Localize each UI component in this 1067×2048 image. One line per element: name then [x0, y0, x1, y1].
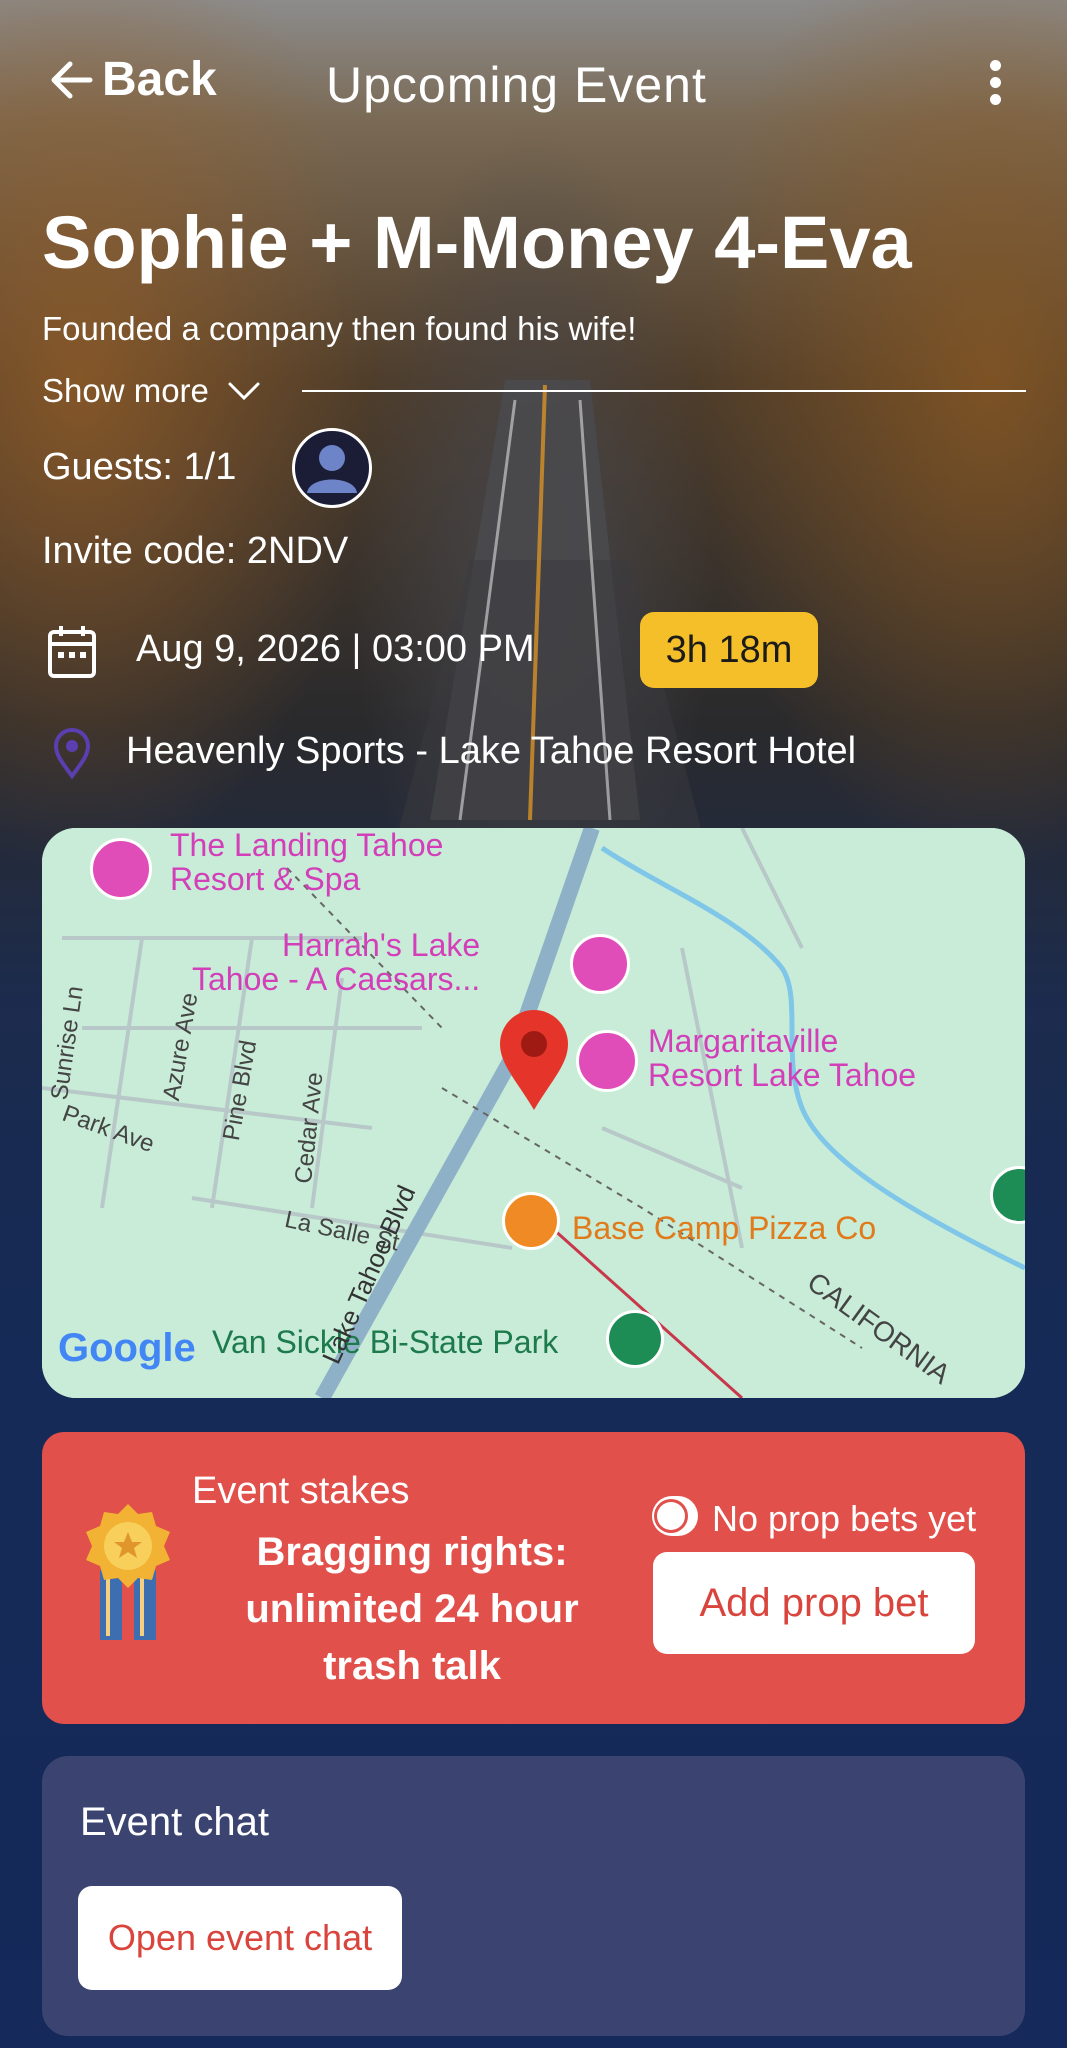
poi-vansickle: Van Sickle Bi-State Park: [212, 1324, 559, 1360]
stakes-text: Bragging rights: unlimited 24 hour trash…: [245, 1530, 579, 1688]
more-vertical-icon[interactable]: [985, 60, 1005, 110]
show-more-toggle[interactable]: Show more: [42, 372, 261, 410]
poi-landing-line1: The Landing Tahoe: [170, 828, 444, 863]
poi-margaritaville-line1: Margaritaville: [648, 1023, 839, 1059]
invite-code: Invite code: 2NDV: [42, 530, 349, 572]
back-button[interactable]: Back: [48, 52, 217, 107]
chat-label: Event chat: [80, 1800, 270, 1844]
event-title: Sophie + M-Money 4-Eva: [42, 201, 912, 284]
calendar-icon: [46, 624, 98, 685]
show-more-label: Show more: [42, 372, 209, 409]
google-attribution: Google: [58, 1326, 196, 1370]
chevron-down-icon: [228, 382, 260, 401]
restaurant-marker-icon[interactable]: [502, 1192, 560, 1250]
page-title: Upcoming Event: [326, 57, 707, 113]
medal-icon: [78, 1500, 178, 1655]
guests-count: Guests: 1/1: [42, 446, 237, 488]
back-label: Back: [102, 53, 217, 106]
map-marker-icon[interactable]: [496, 1008, 572, 1112]
open-chat-button[interactable]: Open event chat: [78, 1886, 402, 1990]
prop-bets-toggle[interactable]: [652, 1496, 698, 1536]
prop-bets-status: No prop bets yet: [712, 1498, 977, 1539]
resort-marker-icon[interactable]: [576, 1030, 638, 1092]
event-datetime: Aug 9, 2026 | 03:00 PM: [136, 628, 535, 670]
divider: [302, 390, 1026, 392]
stakes-label: Event stakes: [192, 1470, 410, 1512]
event-description: Founded a company then found his wife!: [42, 310, 637, 347]
toggle-icon: [654, 1499, 688, 1533]
poi-landing-line2: Resort & Spa: [170, 861, 361, 897]
hotel-marker-icon[interactable]: [90, 838, 152, 900]
back-arrow-icon: [51, 61, 93, 98]
poi-harrahs-line2: Tahoe - A Caesars...: [192, 961, 481, 997]
poi-basecamp: Base Camp Pizza Co: [572, 1210, 877, 1246]
event-location: Heavenly Sports - Lake Tahoe Resort Hote…: [126, 730, 857, 772]
location-map[interactable]: The Landing Tahoe Resort & Spa Harrah's …: [42, 828, 1025, 1398]
poi-margaritaville-line2: Resort Lake Tahoe: [648, 1057, 917, 1093]
poi-harrahs-line1: Harrah's Lake: [281, 927, 481, 963]
hotel-marker-icon[interactable]: [570, 934, 630, 994]
location-pin-icon: [52, 728, 92, 785]
add-prop-bet-button[interactable]: Add prop bet: [653, 1552, 975, 1654]
countdown-badge: 3h 18m: [640, 612, 818, 688]
user-avatar-icon[interactable]: [292, 428, 372, 508]
park-marker-icon[interactable]: [606, 1310, 664, 1368]
